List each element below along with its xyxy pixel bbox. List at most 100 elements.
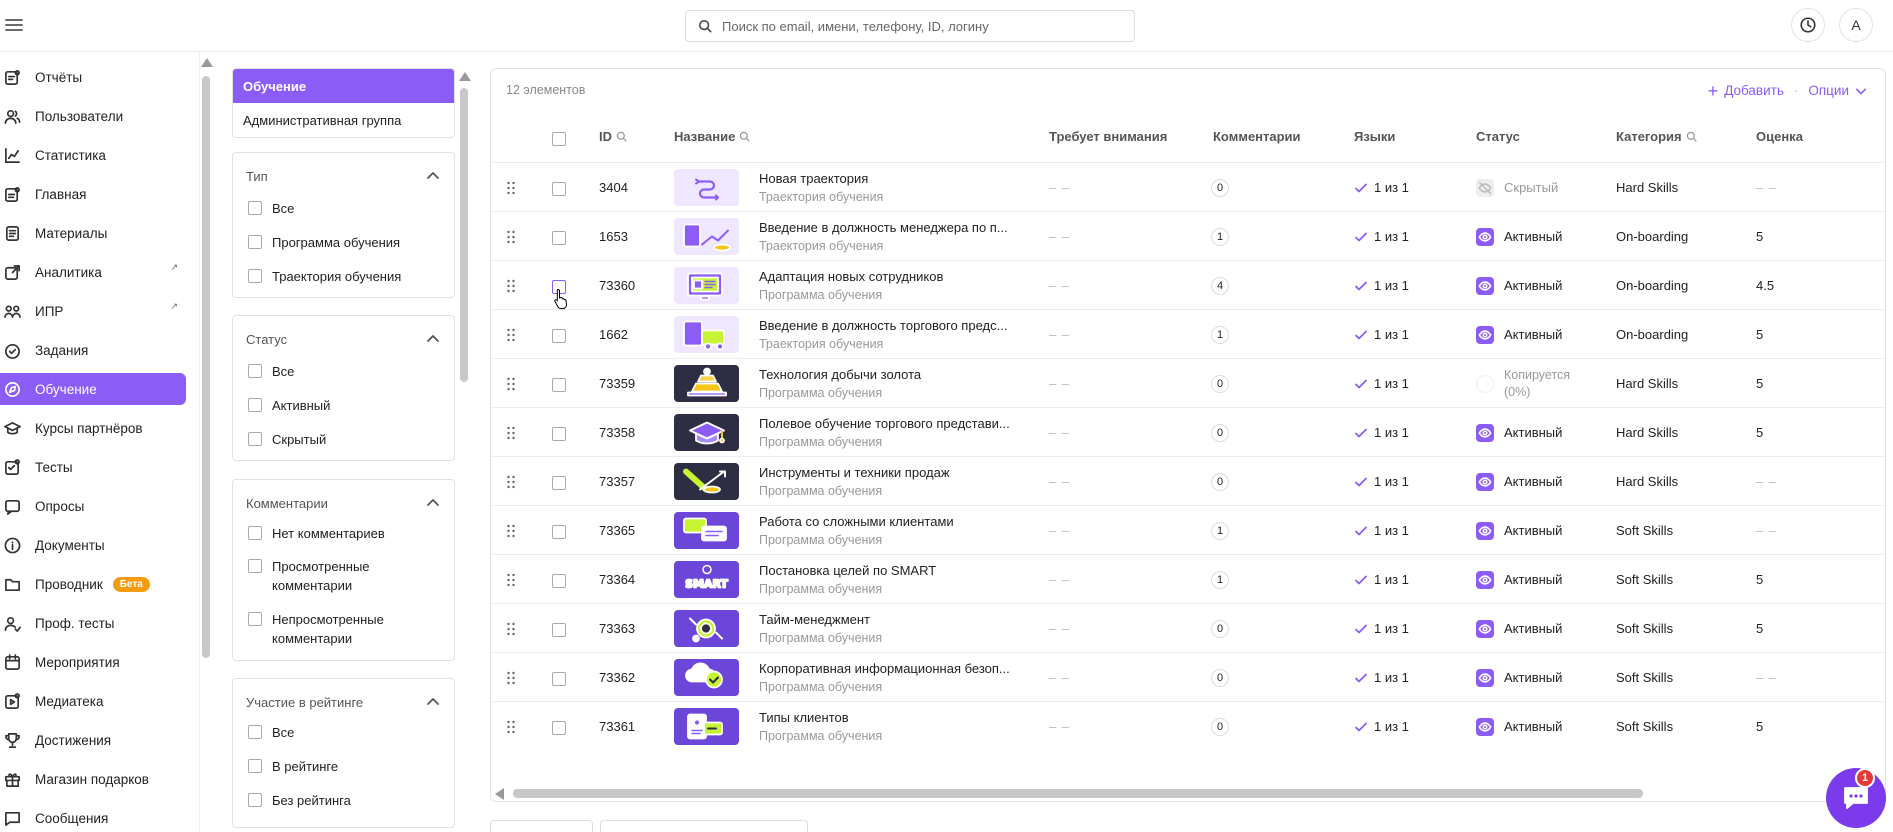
languages-cell[interactable]: 1 из 1 xyxy=(1354,604,1409,653)
scroll-left-arrow[interactable] xyxy=(495,788,504,800)
drag-handle[interactable] xyxy=(505,653,517,702)
course-name[interactable]: Инструменты и техники продаж Программа о… xyxy=(759,457,950,506)
column-header-languages[interactable]: Языки xyxy=(1354,129,1395,144)
comments-cell[interactable]: 1 xyxy=(1211,555,1230,604)
chevron-up-icon[interactable] xyxy=(426,169,440,183)
comments-count-badge[interactable]: 1 xyxy=(1211,227,1230,246)
course-title[interactable]: Введение в должность торгового предс... xyxy=(759,318,1007,333)
global-search[interactable] xyxy=(685,10,1135,42)
table-row[interactable]: 1653 Введение в должность менеджера по п… xyxy=(491,211,1885,261)
sidebar-item-idp[interactable]: ИПР ↗ xyxy=(0,295,186,327)
comments-count-badge[interactable]: 4 xyxy=(1211,276,1230,295)
sidebar-item-partner-courses[interactable]: Курсы партнёров xyxy=(0,412,186,444)
filter-option[interactable]: Активный xyxy=(248,396,330,415)
table-row[interactable]: 73358 Полевое обучение торгового предста… xyxy=(491,407,1885,457)
languages-cell[interactable]: 1 из 1 xyxy=(1354,310,1409,359)
drag-handle[interactable] xyxy=(505,702,517,751)
comments-cell[interactable]: 0 xyxy=(1211,163,1230,212)
course-thumbnail[interactable] xyxy=(674,512,739,549)
course-title[interactable]: Технология добычи золота xyxy=(759,367,921,382)
course-name[interactable]: Введение в должность торгового предс... … xyxy=(759,310,1007,359)
row-checkbox[interactable] xyxy=(552,408,566,457)
search-icon[interactable] xyxy=(616,131,627,142)
history-button[interactable] xyxy=(1791,8,1825,42)
sidebar-item-messages[interactable]: Сообщения xyxy=(0,802,186,832)
comments-cell[interactable]: 0 xyxy=(1211,604,1230,653)
sidebar-item-analytics[interactable]: Аналитика ↗ xyxy=(0,256,186,288)
drag-handle[interactable] xyxy=(505,604,517,653)
course-title[interactable]: Адаптация новых сотрудников xyxy=(759,269,943,284)
course-name[interactable]: Работа со сложными клиентами Программа о… xyxy=(759,506,954,555)
checkbox[interactable] xyxy=(248,364,262,378)
drag-handle[interactable] xyxy=(505,212,517,261)
checkbox[interactable] xyxy=(248,612,262,626)
filter-option[interactable]: Просмотренные комментарии xyxy=(248,557,378,595)
course-title[interactable]: Полевое обучение торгового представи... xyxy=(759,416,1010,431)
filter-option[interactable]: Скрытый xyxy=(248,430,326,449)
sidebar-item-tasks[interactable]: Задания xyxy=(0,334,186,366)
course-name[interactable]: Типы клиентов Программа обучения xyxy=(759,702,882,751)
filter-option[interactable]: Без рейтинга xyxy=(248,791,351,810)
table-row[interactable]: 73363 Тайм-менеджмент Программа обучения… xyxy=(491,603,1885,653)
scrollbar-thumb[interactable] xyxy=(513,789,1643,798)
row-checkbox[interactable] xyxy=(552,555,566,604)
course-thumbnail[interactable] xyxy=(674,267,739,304)
filter-option[interactable]: В рейтинге xyxy=(248,757,338,776)
course-thumbnail[interactable] xyxy=(674,463,739,500)
languages-cell[interactable]: 1 из 1 xyxy=(1354,261,1409,310)
row-checkbox[interactable] xyxy=(552,457,566,506)
sidebar-item-explorer[interactable]: Проводник Бета xyxy=(0,568,186,600)
course-title[interactable]: Работа со сложными клиентами xyxy=(759,514,954,529)
scrollbar-thumb[interactable] xyxy=(202,76,210,658)
sidebar-item-surveys[interactable]: Опросы xyxy=(0,490,186,522)
course-name[interactable]: Адаптация новых сотрудников Программа об… xyxy=(759,261,943,310)
row-checkbox[interactable] xyxy=(552,163,566,212)
course-thumbnail[interactable] xyxy=(674,316,739,353)
drag-handle[interactable] xyxy=(505,359,517,408)
filter-option[interactable]: Все xyxy=(248,362,294,381)
comments-cell[interactable]: 1 xyxy=(1211,212,1230,261)
drag-handle[interactable] xyxy=(505,408,517,457)
comments-cell[interactable]: 1 xyxy=(1211,310,1230,359)
languages-cell[interactable]: 1 из 1 xyxy=(1354,408,1409,457)
row-checkbox[interactable] xyxy=(552,702,566,751)
course-thumbnail[interactable] xyxy=(674,610,739,647)
course-name[interactable]: Тайм-менеджмент Программа обучения xyxy=(759,604,882,653)
checkbox[interactable] xyxy=(248,235,262,249)
comments-count-badge[interactable]: 0 xyxy=(1211,619,1230,638)
search-icon[interactable] xyxy=(739,131,750,142)
pagination-controls[interactable] xyxy=(490,820,593,832)
drag-handle[interactable] xyxy=(505,555,517,604)
table-row[interactable]: 73360 Адаптация новых сотрудников Програ… xyxy=(491,260,1885,310)
checkbox[interactable] xyxy=(248,269,262,283)
languages-cell[interactable]: 1 из 1 xyxy=(1354,212,1409,261)
chevron-up-icon[interactable] xyxy=(426,695,440,709)
search-icon[interactable] xyxy=(1686,131,1697,142)
row-checkbox[interactable] xyxy=(552,310,566,359)
filter-scrollbar[interactable] xyxy=(459,72,471,382)
filter-option[interactable]: Непросмотренные комментарии xyxy=(248,610,398,648)
languages-cell[interactable]: 1 из 1 xyxy=(1354,359,1409,408)
course-thumbnail[interactable] xyxy=(674,708,739,745)
sidebar-item-users[interactable]: Пользователи xyxy=(0,100,186,132)
sidebar-item-reports[interactable]: Отчёты xyxy=(0,61,186,93)
course-name[interactable]: Введение в должность менеджера по п... Т… xyxy=(759,212,1008,261)
sidebar-item-prof-tests[interactable]: Проф. тесты xyxy=(0,607,186,639)
checkbox[interactable] xyxy=(248,432,262,446)
options-button[interactable]: Опции xyxy=(1808,83,1849,98)
table-row[interactable]: 73364 SMART Постановка целей по SMART Пр… xyxy=(491,554,1885,604)
comments-cell[interactable]: 0 xyxy=(1211,457,1230,506)
column-header-category[interactable]: Категория xyxy=(1616,129,1697,144)
chevron-up-icon[interactable] xyxy=(426,496,440,510)
comments-cell[interactable]: 0 xyxy=(1211,359,1230,408)
comments-count-badge[interactable]: 0 xyxy=(1211,423,1230,442)
table-row[interactable]: 73362 Корпоративная информационная безоп… xyxy=(491,652,1885,702)
sidebar-item-gift-shop[interactable]: Магазин подарков xyxy=(0,763,186,795)
comments-count-badge[interactable]: 0 xyxy=(1211,178,1230,197)
filter-option[interactable]: Траектория обучения xyxy=(248,267,401,286)
course-thumbnail[interactable] xyxy=(674,414,739,451)
table-row[interactable]: 73357 Инструменты и техники продаж Прогр… xyxy=(491,456,1885,506)
filter-option[interactable]: Программа обучения xyxy=(248,233,400,252)
sidebar-item-statistics[interactable]: Статистика xyxy=(0,139,186,171)
course-title[interactable]: Постановка целей по SMART xyxy=(759,563,936,578)
